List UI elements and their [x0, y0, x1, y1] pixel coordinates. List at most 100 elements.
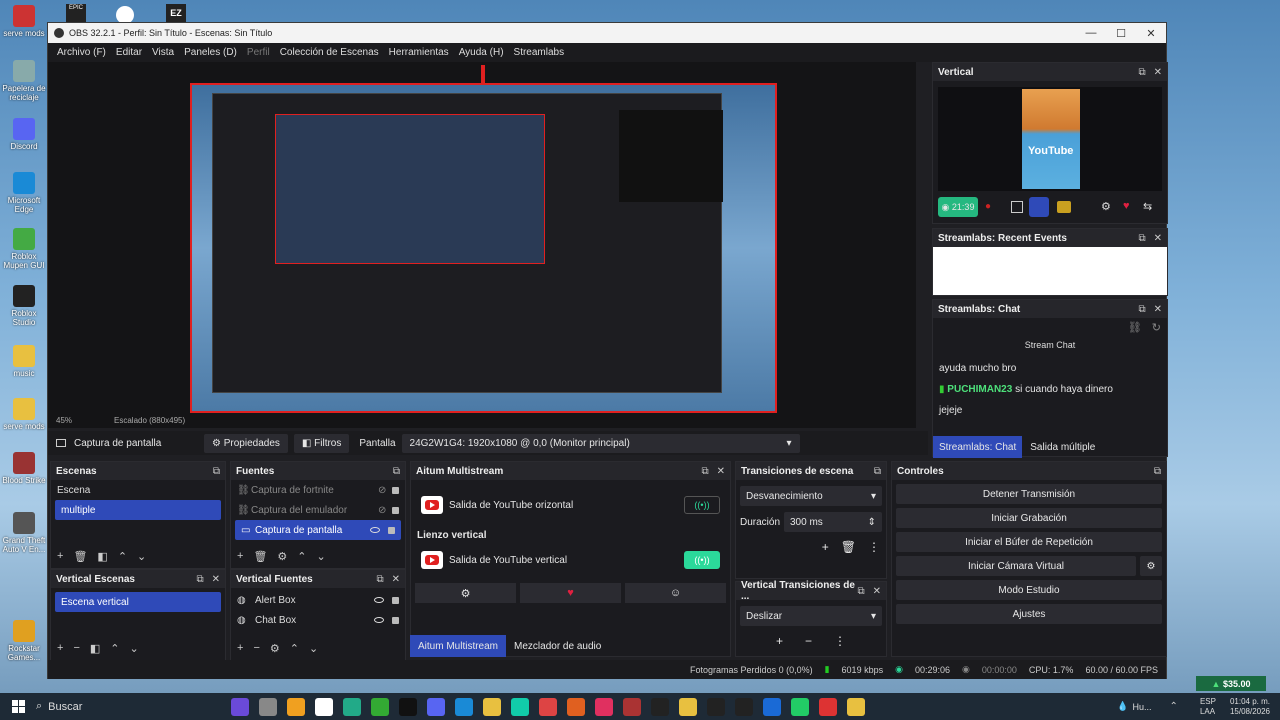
taskbar-app-icon[interactable] [595, 697, 613, 716]
camera-icon[interactable] [1057, 201, 1071, 213]
taskbar-app-icon[interactable] [623, 697, 641, 716]
epic-games-icon[interactable]: EPIC [66, 4, 86, 22]
gear-icon[interactable]: ⚙ [277, 550, 287, 563]
taskbar-app-icon[interactable] [819, 697, 837, 716]
clock[interactable]: 01:04 p. m. 15/08/2026 [1230, 697, 1270, 717]
taskbar-app-icon[interactable] [259, 697, 277, 716]
heart-icon[interactable]: ♥ [520, 583, 621, 603]
more-icon[interactable]: ⋮ [834, 634, 846, 648]
heart-icon[interactable]: ♥ [1123, 200, 1130, 212]
lock-icon[interactable] [392, 486, 399, 494]
taskbar-app-icon[interactable] [287, 697, 305, 716]
language-indicator[interactable]: ESP LAA [1200, 697, 1216, 717]
studio-mode-button[interactable]: Modo Estudio [896, 580, 1162, 600]
preview-area[interactable]: 45% Escalado (880x495) [48, 62, 916, 428]
scene-item[interactable]: multiple [55, 500, 221, 520]
tab-aitum-multistream[interactable]: Aitum Multistream [410, 635, 507, 657]
windows-start-icon[interactable] [0, 700, 36, 713]
taskbar-app-icon[interactable] [399, 697, 417, 716]
float-icon[interactable]: ⧉ [213, 466, 220, 477]
rotation-handle[interactable] [481, 65, 485, 85]
float-icon[interactable]: ⧉ [196, 574, 203, 585]
close-icon[interactable]: ✕ [392, 574, 400, 585]
duration-input[interactable]: 300 ms ⇕ [784, 512, 882, 532]
more-icon[interactable]: ⋮ [868, 540, 880, 554]
close-icon[interactable]: ✕ [717, 466, 725, 477]
discord-icon[interactable]: ☺ [625, 583, 726, 603]
taskbar-app-icon[interactable] [567, 697, 585, 716]
filter-icon[interactable]: ◧ [90, 642, 100, 655]
taskbar-app-icon[interactable] [511, 697, 529, 716]
taskbar-app-icon[interactable] [847, 697, 865, 716]
menu-help[interactable]: Ayuda (H) [454, 47, 509, 58]
desktop-icon[interactable]: Roblox Studio [2, 285, 46, 327]
menu-tools[interactable]: Herramientas [384, 47, 454, 58]
menu-scene-collection[interactable]: Colección de Escenas [275, 47, 384, 58]
menu-docks[interactable]: Paneles (D) [179, 47, 242, 58]
start-virtual-camera-button[interactable]: Iniciar Cámara Virtual [896, 556, 1136, 576]
taskbar-app-icon[interactable] [651, 697, 669, 716]
float-icon[interactable]: ⧉ [1138, 67, 1145, 78]
desktop-icon[interactable]: serve mods [2, 5, 46, 38]
chat-username[interactable]: PUCHIMAN23 [947, 384, 1012, 395]
tray-chevron-icon[interactable]: ⌃ [1170, 701, 1178, 712]
float-icon[interactable]: ⧉ [1138, 304, 1145, 315]
menu-streamlabs[interactable]: Streamlabs [509, 47, 570, 58]
vertical-source-item[interactable]: ◍ Chat Box [231, 610, 405, 630]
add-icon[interactable]: + [57, 642, 63, 654]
start-recording-button[interactable]: Iniciar Grabación [896, 508, 1162, 528]
add-icon[interactable]: + [237, 642, 243, 654]
trash-icon[interactable]: 🗑 [841, 540, 856, 554]
float-icon[interactable]: ⧉ [393, 466, 400, 477]
minus-icon[interactable]: − [73, 642, 79, 654]
lock-icon[interactable] [392, 596, 399, 604]
desktop-icon[interactable]: music [2, 345, 46, 378]
menu-view[interactable]: Vista [147, 47, 179, 58]
start-output-button[interactable]: ((•)) [684, 496, 720, 514]
taskbar-app-icon[interactable] [231, 697, 249, 716]
lock-icon[interactable] [392, 616, 399, 624]
close-icon[interactable]: ✕ [1154, 67, 1162, 78]
menu-file[interactable]: Archivo (F) [52, 47, 111, 58]
minus-icon[interactable]: − [253, 642, 259, 654]
lock-icon[interactable] [392, 506, 399, 514]
desktop-icon[interactable]: Papelera de reciclaje [2, 60, 46, 102]
desktop-icon[interactable]: Rockstar Games... [2, 620, 46, 662]
up-icon[interactable]: ⌃ [290, 642, 299, 655]
weather-widget[interactable]: 💧 Hu... [1117, 701, 1151, 712]
down-icon[interactable]: ⌄ [309, 642, 318, 655]
spin-icon[interactable]: ⇕ [868, 517, 876, 528]
add-icon[interactable]: + [776, 634, 783, 648]
gear-icon[interactable]: ⚙ [1101, 200, 1111, 213]
vertical-transition-select[interactable]: Deslizar ▾ [740, 606, 882, 626]
close-button[interactable]: ✕ [1136, 27, 1166, 40]
gear-icon[interactable]: ⚙ [1140, 556, 1162, 576]
float-icon[interactable]: ⧉ [376, 574, 383, 585]
desktop-icon[interactable]: Roblox Mupen GUI [2, 228, 46, 270]
maximize-button[interactable]: ☐ [1106, 27, 1136, 40]
desktop-icon[interactable]: Blood Strike [2, 452, 46, 485]
square-icon[interactable] [1011, 201, 1023, 213]
eye-icon[interactable] [374, 597, 384, 603]
share-icon[interactable]: ⇆ [1143, 200, 1152, 213]
vertical-live-timer[interactable]: ◉ 21:39 [938, 197, 978, 217]
down-icon[interactable]: ⌄ [137, 550, 146, 563]
desktop-icon[interactable]: Microsoft Edge [2, 172, 46, 214]
trash-icon[interactable]: 🗑 [73, 550, 87, 563]
gear-icon[interactable]: ⚙ [415, 583, 516, 603]
hidden-eye-icon[interactable]: ⊘ [378, 485, 386, 496]
menu-profile[interactable]: Perfil [242, 47, 275, 58]
close-icon[interactable]: ✕ [212, 574, 220, 585]
source-item[interactable]: ⛓ Captura de fortnite ⊘ [231, 480, 405, 500]
add-icon[interactable]: + [237, 550, 243, 562]
float-icon[interactable]: ⧉ [857, 586, 864, 597]
up-icon[interactable]: ⌃ [297, 550, 306, 563]
float-icon[interactable]: ⧉ [874, 466, 881, 477]
vertical-source-item[interactable]: ◍ Alert Box [231, 590, 405, 610]
stop-output-button[interactable]: ((•)) [684, 551, 720, 569]
tab-audio-mixer[interactable]: Mezclador de audio [506, 635, 609, 657]
desktop-icon[interactable]: Discord [2, 118, 46, 151]
stop-streaming-button[interactable]: Detener Transmisión [896, 484, 1162, 504]
taskbar-app-icon[interactable] [315, 697, 333, 716]
transition-select[interactable]: Desvanecimiento ▾ [740, 486, 882, 506]
